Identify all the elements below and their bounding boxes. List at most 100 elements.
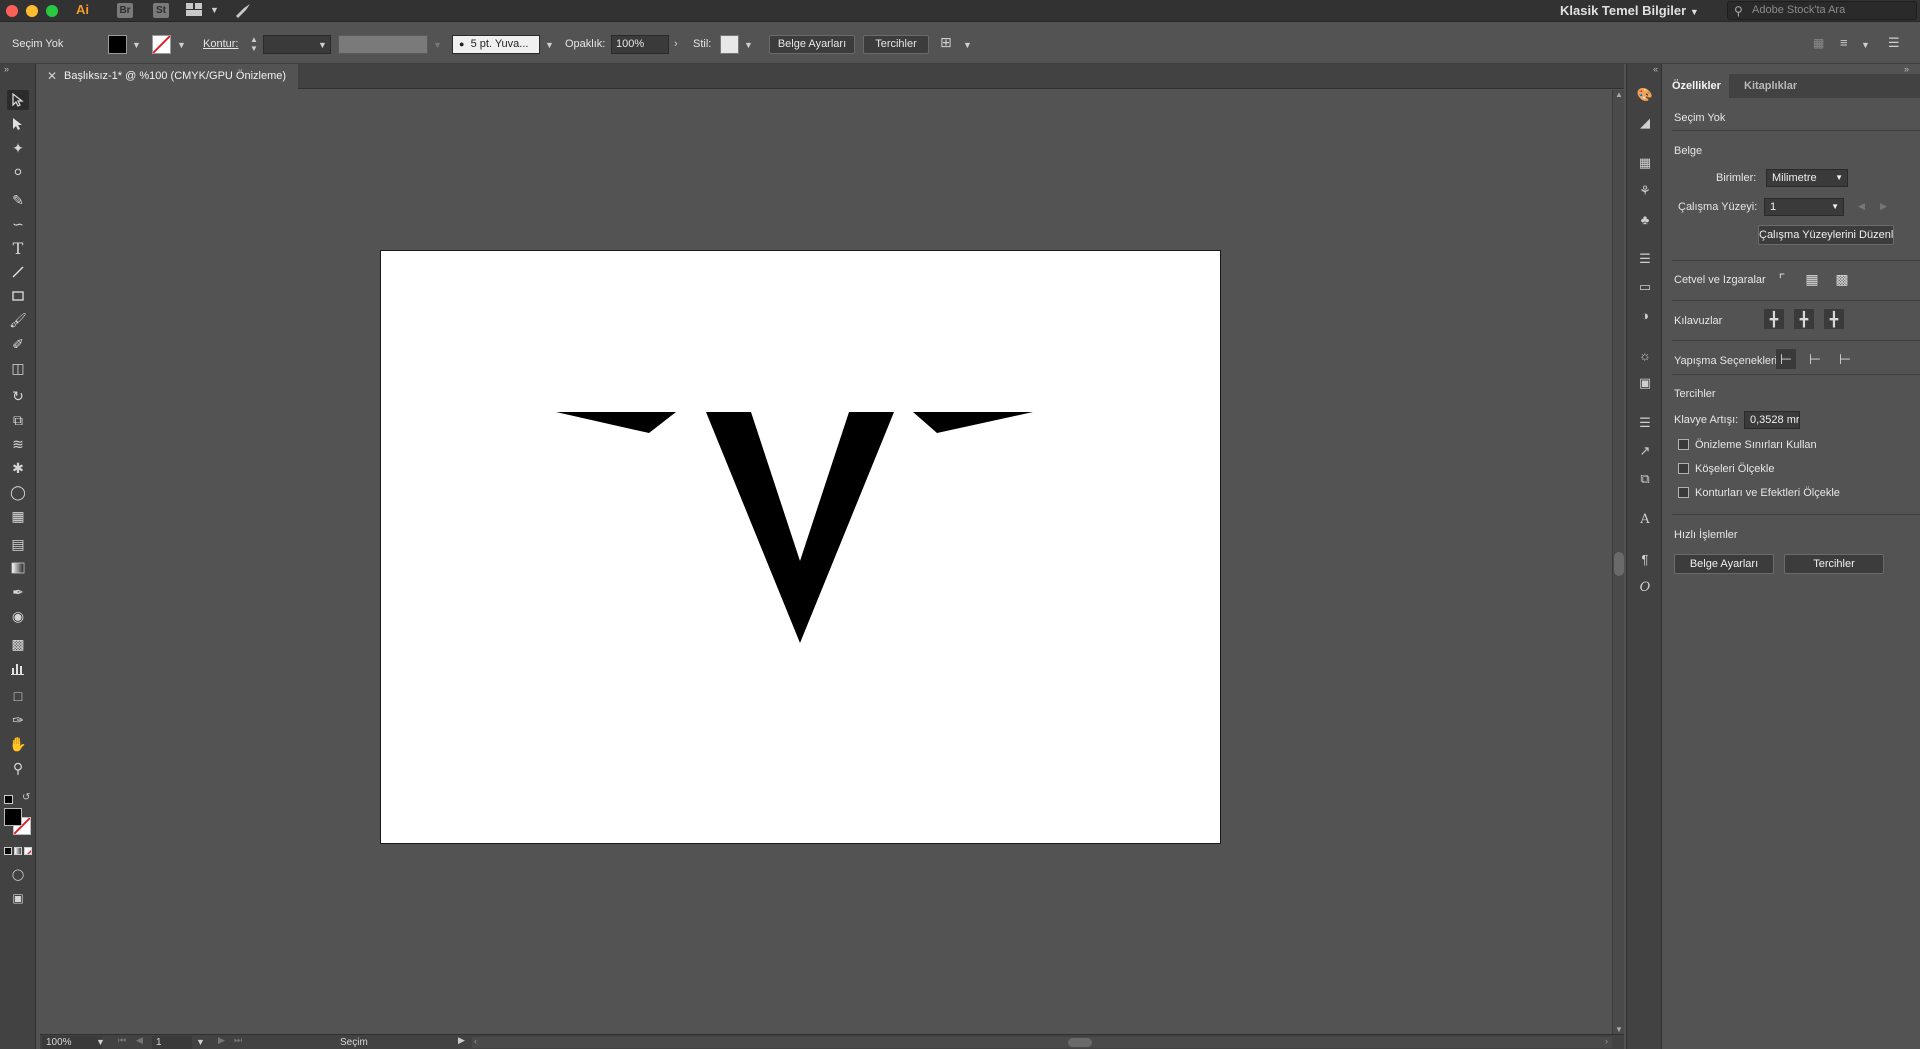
document-setup-button[interactable]: Belge Ayarları xyxy=(769,35,855,54)
prev-artboard-arrow-icon[interactable]: ◀ xyxy=(1858,201,1865,212)
artboard-dropdown-icon[interactable]: ▼ xyxy=(196,1037,205,1047)
snap-to-glyph-icon[interactable]: ⊢ xyxy=(1835,349,1855,369)
arrange-documents-icon[interactable] xyxy=(186,3,202,16)
blend-tool-icon[interactable]: ◉ xyxy=(7,606,29,626)
opacity-label[interactable]: Opaklık: xyxy=(565,38,605,50)
layers-icon[interactable]: ☰ xyxy=(1636,414,1654,432)
symbol-sprayer-tool-icon[interactable]: ▩ xyxy=(7,634,29,654)
align-dropdown-icon[interactable]: ▼ xyxy=(963,40,972,50)
use-preview-bounds-checkbox[interactable] xyxy=(1678,439,1689,450)
brushes-icon[interactable]: ⚘ xyxy=(1636,182,1654,200)
direct-selection-tool-icon[interactable] xyxy=(7,114,29,134)
units-select[interactable]: Milimetre ▼ xyxy=(1766,169,1848,187)
scroll-down-icon[interactable]: ▼ xyxy=(1615,1025,1623,1034)
artboard-select[interactable]: 1 ▼ xyxy=(1764,198,1844,216)
stroke-weight-dropdown-icon[interactable]: ▼ xyxy=(318,40,327,50)
magic-wand-tool-icon[interactable]: ✦ xyxy=(7,138,29,158)
tab-libraries[interactable]: Kitaplıklar xyxy=(1736,74,1805,98)
bridge-icon[interactable]: Br xyxy=(117,3,133,18)
stock-icon[interactable]: St xyxy=(153,3,169,18)
style-dropdown-icon[interactable]: ▼ xyxy=(744,40,753,50)
shaper-tool-icon[interactable]: ✐ xyxy=(7,334,29,354)
zoom-level-field[interactable]: 100% xyxy=(42,1036,102,1049)
artboard[interactable] xyxy=(380,250,1221,844)
preferences-quick-button[interactable]: Tercihler xyxy=(1784,554,1884,574)
opentype-icon[interactable]: O xyxy=(1636,578,1654,596)
opacity-input[interactable]: 100% xyxy=(611,35,669,54)
show-guides-icon[interactable]: ╋ xyxy=(1764,309,1784,329)
scroll-up-icon[interactable]: ▲ xyxy=(1615,90,1623,99)
tab-properties[interactable]: Özellikler xyxy=(1664,74,1729,98)
keyboard-increment-input[interactable]: 0,3528 mr xyxy=(1744,411,1800,429)
drawing-modes-icon[interactable]: ◯ xyxy=(7,864,29,884)
artboard-tool-icon[interactable]: □ xyxy=(7,686,29,706)
rectangle-tool-icon[interactable] xyxy=(7,286,29,306)
fill-swatch[interactable] xyxy=(108,35,127,54)
color-mode-icon[interactable] xyxy=(4,847,12,855)
smart-guides-icon[interactable]: ╋ xyxy=(1824,309,1844,329)
none-mode-icon[interactable] xyxy=(24,847,32,855)
puppet-warp-tool-icon[interactable]: ✱ xyxy=(7,458,29,478)
column-graph-tool-icon[interactable] xyxy=(7,658,29,678)
color-guide-icon[interactable]: ◢ xyxy=(1636,114,1654,132)
collapse-icons-icon[interactable]: « xyxy=(1653,64,1658,74)
distribute-dropdown-icon[interactable]: ▼ xyxy=(1861,40,1870,50)
gradient-mode-icon[interactable] xyxy=(14,847,22,855)
line-tool-icon[interactable] xyxy=(7,262,29,282)
stroke-swatch[interactable] xyxy=(152,35,171,54)
symbols-icon[interactable]: ♣ xyxy=(1636,210,1654,228)
stroke-weight-stepper[interactable]: ▲ ▼ xyxy=(248,35,260,54)
swap-colors-icon[interactable]: ↺ xyxy=(22,792,30,803)
artboard-number-field[interactable]: 1 xyxy=(152,1036,192,1049)
variable-width-profile[interactable] xyxy=(338,35,428,54)
type-tool-icon[interactable]: T xyxy=(7,238,29,258)
graphic-style-swatch[interactable] xyxy=(720,35,739,54)
stroke-label[interactable]: Kontur: xyxy=(203,38,238,50)
next-artboard-icon[interactable]: ▶ xyxy=(218,1035,225,1046)
arrange-icon[interactable]: ▦ xyxy=(1813,36,1829,52)
workspace-switcher[interactable]: Klasik Temel Bilgiler ▼ xyxy=(1560,3,1699,18)
canvas-area[interactable] xyxy=(40,90,1612,1034)
default-colors-icon[interactable] xyxy=(4,795,13,804)
use-preview-bounds-label[interactable]: Önizleme Sınırları Kullan xyxy=(1695,439,1817,451)
fill-dropdown-icon[interactable]: ▼ xyxy=(132,40,141,50)
document-setup-quick-button[interactable]: Belge Ayarları xyxy=(1674,554,1774,574)
curvature-tool-icon[interactable]: ∽ xyxy=(7,214,29,234)
paragraph-icon[interactable]: ¶ xyxy=(1636,550,1654,568)
align-icon[interactable]: ⊞ xyxy=(940,34,960,54)
artboards-panel-icon[interactable]: ⧉ xyxy=(1636,470,1654,488)
first-artboard-icon[interactable]: ⏮ xyxy=(118,1035,126,1046)
artwork[interactable] xyxy=(381,251,1222,845)
warp-tool-icon[interactable]: ≋ xyxy=(7,434,29,454)
appearance-icon[interactable]: ☼ xyxy=(1636,346,1654,364)
transparency-icon[interactable]: ◑ xyxy=(1636,306,1654,324)
current-tool-status[interactable]: Seçim xyxy=(340,1036,368,1049)
hand-tool-icon[interactable]: ✋ xyxy=(7,734,29,754)
vertical-scrollbar[interactable]: ▲ ▼ xyxy=(1612,90,1624,1034)
brush-definition[interactable]: ● 5 pt. Yuva... xyxy=(452,35,540,54)
opacity-arrow-icon[interactable]: › xyxy=(674,38,678,50)
fill-color-box[interactable] xyxy=(4,808,22,826)
gpu-performance-icon[interactable] xyxy=(234,2,252,20)
character-icon[interactable]: A xyxy=(1636,510,1654,528)
minimize-window-button[interactable] xyxy=(26,5,38,17)
pen-tool-icon[interactable]: ✎ xyxy=(7,190,29,210)
perspective-grid-tool-icon[interactable]: ▦ xyxy=(7,506,29,526)
collapse-panel-icon[interactable]: » xyxy=(4,64,9,74)
prev-artboard-icon[interactable]: ◀ xyxy=(136,1035,143,1046)
eraser-tool-icon[interactable]: ◫ xyxy=(7,358,29,378)
scroll-right-icon[interactable]: › xyxy=(1605,1036,1608,1046)
brush-dropdown-icon[interactable]: ▼ xyxy=(545,40,554,50)
snap-to-pixel-icon[interactable]: ⊢ xyxy=(1805,349,1825,369)
last-artboard-icon[interactable]: ⏭ xyxy=(234,1035,242,1046)
color-panel-icon[interactable]: 🎨 xyxy=(1636,86,1654,104)
close-tab-icon[interactable]: ✕ xyxy=(47,64,57,89)
scale-corners-label[interactable]: Köşeleri Ölçekle xyxy=(1695,463,1774,475)
screen-mode-icon[interactable]: ▣ xyxy=(7,888,29,908)
shape-builder-tool-icon[interactable]: ◯ xyxy=(7,482,29,502)
distribute-icon[interactable]: ≡ xyxy=(1840,35,1858,53)
close-window-button[interactable] xyxy=(6,5,18,17)
horizontal-scrollbar-thumb[interactable] xyxy=(1068,1038,1092,1047)
panel-menu-icon[interactable]: ☰ xyxy=(1888,35,1904,51)
profile-dropdown-icon[interactable]: ▼ xyxy=(433,40,442,50)
